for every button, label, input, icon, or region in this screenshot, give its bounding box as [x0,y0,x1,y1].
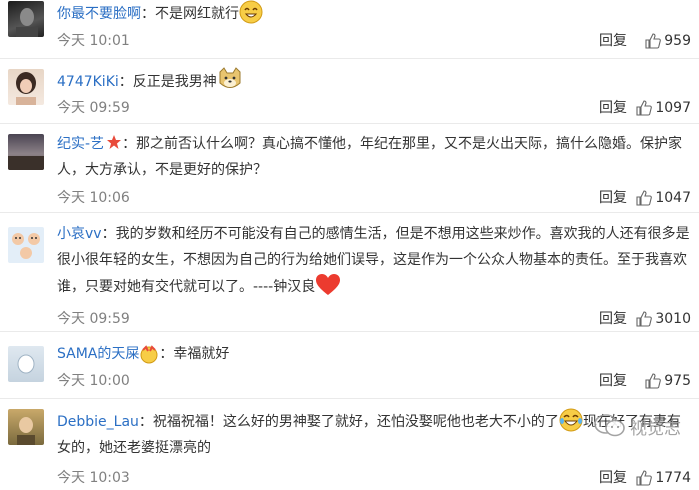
comment-content: ：反正是我男神 [118,74,217,90]
avatar[interactable] [8,346,44,382]
reply-button[interactable]: 回复 [599,310,627,328]
comment-content: 人，大方承认，不是更好的保护？ [57,162,267,178]
like-count: 959 [664,33,691,49]
comment-item: 小哀vv：我的岁数和经历不可能没有自己的感情生活，但是不想用这些来炒作。喜欢我的… [0,213,699,332]
like-button[interactable]: 1097 [636,99,691,117]
reply-button[interactable]: 回复 [599,372,627,390]
comment-item: 纪实-艺 ：那之前否认什么啊？真心搞不懂他，年纪在那里，又不是火出天际，搞什么隐婚… [0,124,699,213]
username[interactable]: Debbie_Lau [57,414,139,430]
avatar[interactable] [8,409,44,445]
wechat-icon [594,414,625,437]
username[interactable]: 你最不要脸啊 [57,6,141,22]
thumbs-up-icon [636,190,653,206]
username[interactable]: SAMA的天屎 [57,346,139,362]
laugh-tears-emoji-icon [559,408,583,432]
comment-time: 今天 09:59 [57,100,130,116]
comment-time: 今天 10:06 [57,190,130,206]
watermark: 视觉志 [594,413,681,439]
like-button[interactable]: 959 [645,32,691,50]
heart-icon [316,274,341,295]
hands-emoji-icon [140,345,158,364]
comment-text: 你最不要脸啊：不是网红就行 [57,0,691,27]
comment-text: SAMA的天屎 ：幸福就好 [57,341,691,367]
comment-text: 小哀vv：我的岁数和经历不可能没有自己的感情生活，但是不想用这些来炒作。喜欢我的… [57,221,691,300]
reply-button[interactable]: 回复 [599,32,627,50]
like-button[interactable]: 1774 [636,469,691,487]
avatar[interactable] [8,1,44,37]
reply-button[interactable]: 回复 [599,189,627,207]
comment-time: 今天 10:00 [57,373,130,389]
thumbs-up-icon [645,33,662,49]
like-count: 975 [664,373,691,389]
comment-time: 今天 09:59 [57,311,130,327]
thumbs-up-icon [636,470,653,486]
avatar[interactable] [8,69,44,105]
like-count: 1047 [655,190,691,206]
comment-content: 谁，只要对她有交代就可以了。----钟汉良 [57,279,316,295]
comment-time: 今天 10:01 [57,33,130,49]
comment-content: ：我的岁数和经历不可能没有自己的感情生活，但是不想用这些来炒作。喜欢我的人还有很… [101,226,690,242]
comment-content: ：那之前否认什么啊？真心搞不懂他，年纪在那里，又不是火出天际，搞什么隐婚。保护家 [122,136,683,152]
comment-item: SAMA的天屎 ：幸福就好 今天 10:00 回复 975 [0,332,699,399]
comment-content: ：幸福就好 [159,346,230,362]
reply-button[interactable]: 回复 [599,99,627,117]
like-count: 3010 [655,311,691,327]
comment-item: 你最不要脸啊：不是网红就行 今天 10:01 回复 959 [0,0,699,59]
comment-content: ：祝福祝福！这么好的男神娶了就好，还怕没娶呢他也老大不小的了 [138,414,559,430]
like-button[interactable]: 3010 [636,310,691,328]
comment-time: 今天 10:03 [57,470,130,486]
like-button[interactable]: 975 [645,372,691,390]
avatar[interactable] [8,227,44,263]
thumbs-up-icon [645,373,662,389]
reply-button[interactable]: 回复 [599,469,627,487]
like-count: 1097 [655,100,691,116]
comment-text: 4747KiKi：反正是我男神 [57,66,691,95]
thumbs-up-icon [636,100,653,116]
grin-emoji-icon [239,0,263,24]
doge-emoji-icon [219,67,241,88]
username[interactable]: 小哀vv [57,226,102,242]
comment-text: 纪实-艺 ：那之前否认什么啊？真心搞不懂他，年纪在那里，又不是火出天际，搞什么隐婚… [57,131,691,183]
like-button[interactable]: 1047 [636,189,691,207]
thumbs-up-icon [636,311,653,327]
avatar[interactable] [8,134,44,170]
username[interactable]: 纪实-艺 [57,136,104,152]
watermark-text: 视觉志 [630,418,681,439]
username[interactable]: 4747KiKi [57,74,119,90]
like-count: 1774 [655,470,691,486]
star-badge-icon [107,135,122,149]
comment-item: 4747KiKi：反正是我男神 今天 09:59 回复 1097 [0,59,699,124]
comment-content: ：不是网红就行 [141,6,239,22]
comment-content: 很小很年轻的女生，不想因为自己的行为给她们误导，这是作为一个公众人物基本的责任。… [57,252,687,268]
